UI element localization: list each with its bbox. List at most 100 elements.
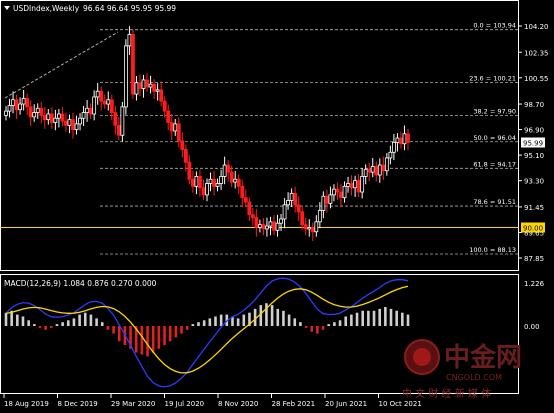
price-tick-label: 93.30 [524,178,544,186]
watermark-brand: 中金网 [444,342,522,373]
fib-level-label: 23.6 = 100.21 [469,75,516,83]
macd-bar [16,314,19,326]
macd-bar [401,312,404,326]
macd-bar [89,314,93,326]
price-tick-label: 102.35 [524,49,549,57]
price-tick-label: 104.20 [524,23,549,31]
price-tick-label: 87.85 [524,255,544,263]
macd-bar [4,312,8,326]
macd-bar [95,318,98,326]
time-tick-label: 19 Jul 2020 [165,400,205,408]
macd-bar [299,322,302,326]
price-tick-label: 98.70 [524,101,544,109]
macd-bar [151,326,155,353]
time-tick-label: 29 Mar 2020 [111,400,155,408]
macd-bar [112,326,115,334]
macd-bar [372,310,376,326]
macd-bar [174,326,178,338]
price-tick-label: 91.45 [524,204,544,212]
macd-bar [350,314,353,326]
macd-bar [100,322,104,326]
macd-bar [384,307,387,326]
macd-bar [157,326,161,349]
macd-tick-label: 1.226 [524,280,545,288]
time-tick-label: 28 Feb 2021 [272,400,316,408]
macd-bar [310,326,314,332]
price-tick-label: 100.55 [524,75,549,83]
macd-bar [202,320,206,326]
macd-bar [293,318,297,326]
macd-bar [333,322,336,326]
macd-bar [117,326,121,342]
symbol-label: USDIndex,Weekly [13,4,80,13]
macd-bar [44,326,47,330]
macd-bar [38,326,42,328]
macd-bar [49,326,53,328]
price-tick-label: 95.10 [524,152,544,160]
time-tick-label: 18 Aug 2019 [4,400,49,408]
macd-bar [395,310,398,326]
macd-bar [191,324,195,326]
macd-bar [33,324,36,326]
watermark-tagline: 中 文 财 经 新 媒 体 [402,387,491,400]
macd-bar [27,320,30,326]
macd-bar [140,326,144,355]
candle [123,39,128,115]
macd-bar [367,310,370,326]
macd-bar [282,310,285,326]
time-tick-label: 8 Dec 2019 [58,400,98,408]
macd-bar [316,326,319,334]
macd-bar [270,305,274,326]
current-price-label: 95.99 [523,139,543,147]
watermark-domain: CNGOLD.COM [446,373,502,382]
macd-bar [146,326,149,357]
time-tick-label: 8 Nov 2020 [218,400,258,408]
macd-bar [327,324,331,326]
macd-bar [344,316,348,326]
macd-bar [168,326,172,342]
fib-level-label: 61.8 = 94.17 [473,160,516,168]
macd-bar [163,326,166,345]
price-tick-label: 96.90 [524,127,544,135]
macd-bar [72,318,76,326]
macd-bar [236,318,240,326]
macd-bar [338,320,342,326]
macd-bar [378,308,381,326]
macd-bar [304,326,308,328]
time-axis: 18 Aug 2019 8 Dec 2019 29 Mar 2020 19 Jul 2… [3,394,422,408]
macd-tick-label: 0.00 [524,323,540,331]
macd-bar [185,326,189,330]
ohlc-values: 96.64 96.64 95.95 95.99 [83,4,176,13]
candle [131,29,135,100]
macd-bar [321,326,325,330]
fib-level-label: 0.0 = 103.94 [473,22,516,30]
macd-bar [78,314,81,326]
macd-bar [406,314,410,326]
macd-bar [287,314,291,326]
macd-bar [83,312,87,326]
macd-bar [208,318,212,326]
fib-level-label: 38.2 = 97.90 [473,107,516,115]
fib-level-label: 100.0 = 88.13 [469,246,516,254]
time-tick-label: 10 Oct 2021 [379,400,422,408]
macd-bar [106,326,110,330]
macd-bar [55,324,59,326]
hline-price-label: 90.00 [523,224,543,232]
macd-bar [219,314,223,326]
macd-panel [0,274,519,394]
macd-bar [61,322,64,326]
macd-bar [242,314,246,326]
macd-axis: 1.226 0.00 [524,280,545,331]
macd-bar [214,316,217,326]
chart-canvas: 中金网 CNGOLD.COM 中 文 财 经 新 媒 体 0.0 = 103.9… [0,0,549,408]
macd-bar [361,310,365,326]
price-axis[interactable]: 104.20 102.35 100.55 98.70 96.90 95.10 93.30 91… [518,23,549,263]
macd-bar [197,322,200,326]
macd-bar [180,326,183,334]
chart-header: USDIndex,Weekly 96.64 96.64 95.95 95.99 [4,4,176,13]
macd-bar [21,316,25,326]
macd-bar [66,320,70,326]
macd-bar [389,308,393,326]
time-tick-label: 20 Jun 2021 [325,400,367,408]
fib-level-label: 50.0 = 96.04 [473,134,516,142]
